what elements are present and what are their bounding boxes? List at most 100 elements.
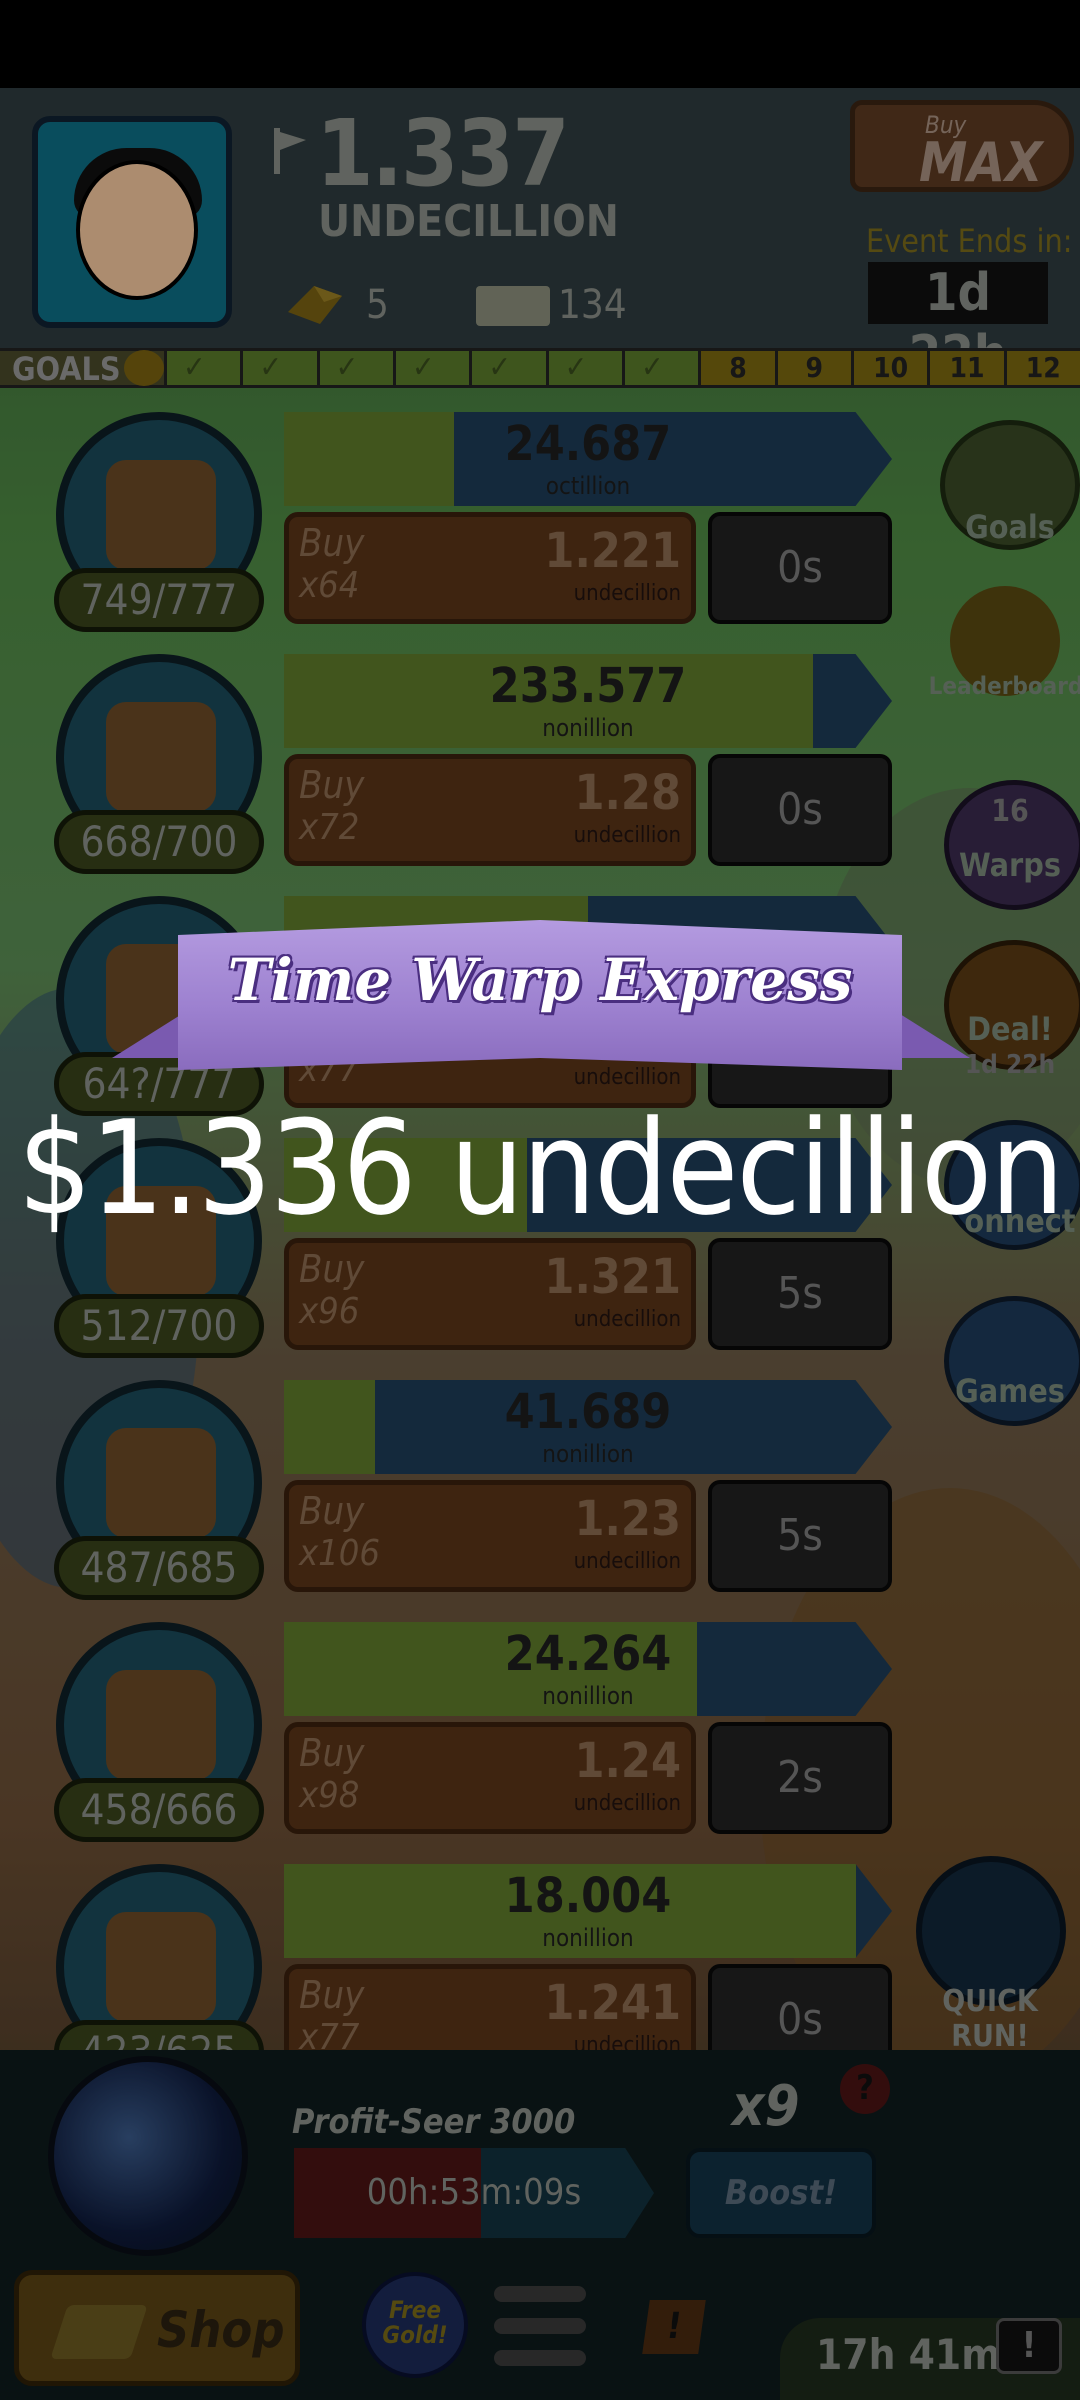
- business-buy-button[interactable]: Buy x96 1.321 undecillion: [284, 1238, 696, 1350]
- goal-complete-cell: ✓: [316, 350, 393, 385]
- popup-title: Time Warp Express: [227, 946, 853, 1014]
- player-avatar[interactable]: [32, 116, 232, 328]
- free-gold-line1: Free: [388, 2296, 442, 2324]
- cash-unit: UNDECILLION: [318, 196, 619, 247]
- goal-number: 8: [729, 351, 747, 384]
- shop-button[interactable]: Shop: [14, 2270, 300, 2386]
- business-owned-count: 512/700: [54, 1294, 264, 1358]
- game-screen: 1.337 UNDECILLION 5 134 Buy MAX Event En…: [0, 0, 1080, 2400]
- tv-reward-timer: 17h 41m: [816, 2330, 1001, 2379]
- event-label: Event Ends in:: [866, 222, 1073, 260]
- business-revenue: 18.004: [504, 1868, 672, 1924]
- menu-alert-icon[interactable]: !: [642, 2300, 706, 2354]
- business-revenue-unit: nonillion: [542, 714, 634, 742]
- business-buy-button[interactable]: Buy x64 1.221 undecillion: [284, 512, 696, 624]
- business-timer: 2s: [708, 1722, 892, 1834]
- buy-cost: 1.28: [574, 765, 681, 821]
- business-timer: 5s: [708, 1480, 892, 1592]
- boost-button[interactable]: Boost!: [686, 2148, 876, 2238]
- business-progress-bar[interactable]: 18.004 nonillion: [284, 1864, 892, 1958]
- business-timer: 0s: [708, 754, 892, 866]
- tv-icon[interactable]: !: [996, 2318, 1062, 2374]
- buy-label: Buy: [299, 1489, 365, 1533]
- trophy-icon: [124, 350, 164, 386]
- gold-icon: [288, 286, 342, 324]
- business-art: [106, 1428, 216, 1538]
- goals-label: GOALS: [12, 350, 121, 388]
- business-revenue: 24.687: [504, 416, 672, 472]
- buy-label: Buy: [299, 521, 365, 565]
- business-art: [106, 1670, 216, 1780]
- checkmark-icon: ✓: [488, 350, 511, 385]
- status-bar: [0, 0, 1080, 88]
- manager-name: Profit-Seer 3000: [292, 2102, 576, 2142]
- business-art: [106, 702, 216, 812]
- buy-label: Buy: [299, 1973, 365, 2017]
- shop-label: Shop: [157, 2301, 285, 2359]
- warps-label: Warps: [959, 846, 1061, 884]
- goal-complete-cell: ✓: [469, 350, 546, 385]
- goal-number: 9: [805, 351, 824, 384]
- buy-cost-unit: undecillion: [573, 1549, 681, 1574]
- manager-timer-bar: 00h:53m:09s: [294, 2148, 654, 2238]
- warps-count: 16: [991, 794, 1029, 829]
- business-buy-button[interactable]: Buy x106 1.23 undecillion: [284, 1480, 696, 1592]
- cash-value: 1.337: [316, 100, 570, 207]
- business-owned-count: 458/666: [54, 1778, 264, 1842]
- gem-icon: [50, 2305, 148, 2359]
- business-timer: 5s: [708, 1238, 892, 1350]
- buy-quantity: x96: [299, 1291, 360, 1332]
- goal-number: 10: [873, 351, 909, 384]
- business-owned-count: 749/777: [54, 568, 264, 632]
- buy-cost: 1.221: [544, 523, 681, 579]
- business-art: [106, 1912, 216, 2022]
- free-gold-button[interactable]: Free Gold!: [362, 2272, 468, 2378]
- buy-cost-unit: undecillion: [573, 1307, 681, 1332]
- buy-cost: 1.321: [544, 1249, 681, 1305]
- buy-cost: 1.24: [574, 1733, 681, 1789]
- business-owned-count: 487/685: [54, 1536, 264, 1600]
- goal-pending-cell: 12: [1003, 351, 1080, 385]
- goal-complete-cell: ✓: [240, 351, 317, 385]
- buy-cost-unit: undecillion: [573, 823, 681, 848]
- business-progress-bar[interactable]: 233.577 nonillion: [284, 654, 892, 748]
- checkmark-icon: ✓: [335, 350, 359, 385]
- business-buy-button[interactable]: Buy x72 1.28 undecillion: [284, 754, 696, 866]
- flag-icon: [274, 128, 306, 174]
- deal-label: Deal!: [967, 1010, 1053, 1048]
- buy-cost: 1.23: [574, 1491, 681, 1547]
- goal-complete-cell: ✓: [393, 351, 470, 385]
- business-revenue: 24.264: [504, 1626, 672, 1682]
- goal-number: 11: [949, 351, 985, 384]
- business-progress-bar[interactable]: 24.264 nonillion: [284, 1622, 892, 1716]
- crystal-ball-icon[interactable]: [48, 2056, 248, 2256]
- goal-pending-cell: 9: [774, 351, 851, 385]
- ticket-count: 134: [558, 282, 627, 328]
- leaderboard-label: Leaderboard: [928, 672, 1080, 700]
- buy-cost-unit: undecillion: [573, 581, 681, 606]
- avatar-face: [76, 160, 198, 300]
- business-progress-bar[interactable]: 24.687 octillion: [284, 412, 892, 506]
- business-buy-button[interactable]: Buy x98 1.24 undecillion: [284, 1722, 696, 1834]
- goal-pending-cell: 11: [927, 351, 1004, 385]
- buy-cost: 1.241: [544, 1975, 681, 2031]
- checkmark-icon: ✓: [641, 350, 664, 385]
- buy-cost-unit: undecillion: [573, 1065, 681, 1090]
- buy-quantity: x64: [299, 565, 360, 606]
- ticket-icon: [476, 286, 550, 326]
- business-progress-bar[interactable]: 41.689 nonillion: [284, 1380, 892, 1474]
- hamburger-menu-icon[interactable]: [494, 2286, 586, 2370]
- business-revenue-unit: nonillion: [542, 1440, 634, 1468]
- popup-amount: $1.336 undecillion: [17, 1092, 1065, 1244]
- event-timer: 1d 22h: [868, 262, 1048, 385]
- buy-quantity: x106: [299, 1533, 380, 1574]
- business-revenue-unit: nonillion: [542, 1682, 634, 1710]
- goal-complete-cell: ✓: [622, 350, 699, 385]
- free-gold-line2: Gold!: [382, 2321, 448, 2350]
- buy-max-button[interactable]: Buy MAX: [850, 100, 1074, 194]
- manager-help-button[interactable]: ?: [840, 2064, 890, 2114]
- buy-label: Buy: [299, 763, 365, 807]
- manager-multiplier: x9: [732, 2074, 800, 2139]
- gold-count: 5: [366, 282, 389, 328]
- buy-quantity: x72: [299, 807, 360, 848]
